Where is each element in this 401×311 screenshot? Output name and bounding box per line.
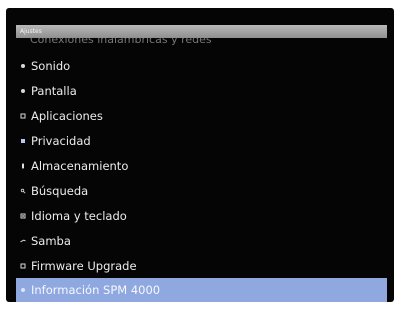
menu-item-wireless-networks[interactable]: Conexiones inalámbricas y redes	[30, 38, 212, 47]
settings-title-bar: Ajustes	[16, 25, 387, 38]
menu-item-privacidad-label: Privacidad	[31, 133, 91, 148]
display-icon	[18, 88, 28, 94]
menu-item-sonido-label: Sonido	[31, 58, 71, 73]
menu-item-pantalla[interactable]: Pantalla	[16, 78, 387, 103]
menu-item-almacenamiento-label: Almacenamiento	[31, 158, 129, 173]
menu-item-wireless-networks-label: Conexiones inalámbricas y redes	[30, 38, 212, 46]
settings-title: Ajustes	[20, 28, 42, 35]
samba-icon	[18, 238, 28, 244]
menu-item-informacion-spm-4000[interactable]: Información SPM 4000	[16, 278, 387, 302]
info-icon	[18, 287, 28, 293]
apps-icon	[18, 113, 28, 119]
language-icon	[18, 213, 28, 219]
privacy-icon	[18, 138, 28, 144]
menu-item-samba[interactable]: Samba	[16, 228, 387, 253]
menu-item-idioma-teclado-label: Idioma y teclado	[31, 208, 127, 223]
speaker-icon	[18, 63, 28, 69]
menu-item-informacion-spm-4000-label: Información SPM 4000	[31, 283, 161, 297]
menu-item-almacenamiento[interactable]: Almacenamiento	[16, 153, 387, 178]
search-icon	[18, 188, 28, 194]
storage-icon	[18, 163, 28, 169]
tv-screen: Ajustes Conexiones inalámbricas y redes …	[6, 8, 394, 302]
menu-item-firmware-upgrade-label: Firmware Upgrade	[31, 258, 137, 273]
menu-item-privacidad[interactable]: Privacidad	[16, 128, 387, 153]
menu-item-idioma-teclado[interactable]: Idioma y teclado	[16, 203, 387, 228]
menu-item-samba-label: Samba	[31, 233, 71, 248]
menu-item-pantalla-label: Pantalla	[31, 83, 77, 98]
menu-item-sonido[interactable]: Sonido	[16, 53, 387, 78]
settings-menu: Sonido Pantalla Aplicaciones Privacidad	[16, 53, 387, 302]
menu-item-aplicaciones[interactable]: Aplicaciones	[16, 103, 387, 128]
firmware-icon	[18, 263, 28, 269]
menu-item-busqueda-label: Búsqueda	[31, 183, 89, 198]
menu-item-aplicaciones-label: Aplicaciones	[31, 108, 103, 123]
menu-item-firmware-upgrade[interactable]: Firmware Upgrade	[16, 253, 387, 278]
menu-item-busqueda[interactable]: Búsqueda	[16, 178, 387, 203]
